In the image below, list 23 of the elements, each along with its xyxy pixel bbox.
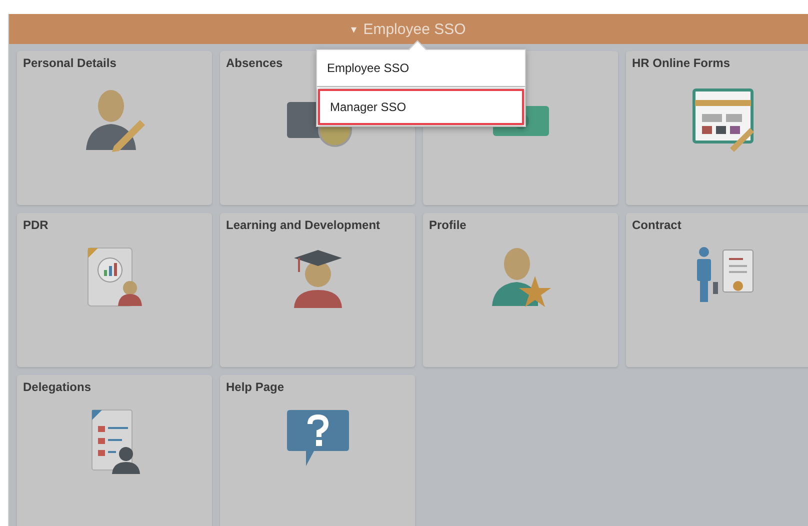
web-form-pencil-icon [692,88,756,152]
tile-title: Delegations [23,380,92,394]
tile-title: Absences [226,56,283,70]
tile-title: Profile [429,218,466,232]
tile-title: Help Page [226,380,284,394]
tile[interactable]: Help Page [220,375,415,526]
document-list-person-icon [90,408,140,474]
menu-item[interactable]: Manager SSO [318,89,524,125]
tile[interactable]: Learning and Development [220,213,415,367]
tile[interactable]: HR Online Forms [626,51,808,205]
tile[interactable]: Contract [626,213,808,367]
tile[interactable]: Profile [423,213,618,367]
person-pencil-icon [84,88,146,152]
tile-title: Personal Details [23,56,116,70]
tile-title: Contract [632,218,682,232]
person-star-icon [490,246,552,308]
tile-title: HR Online Forms [632,56,730,70]
tile[interactable]: PDR [17,213,212,367]
help-question-icon [286,408,350,468]
tile[interactable]: Delegations [17,375,212,526]
tile[interactable]: Personal Details [17,51,212,205]
tile-title: Learning and Development [226,218,380,232]
tile-title: PDR [23,218,48,232]
